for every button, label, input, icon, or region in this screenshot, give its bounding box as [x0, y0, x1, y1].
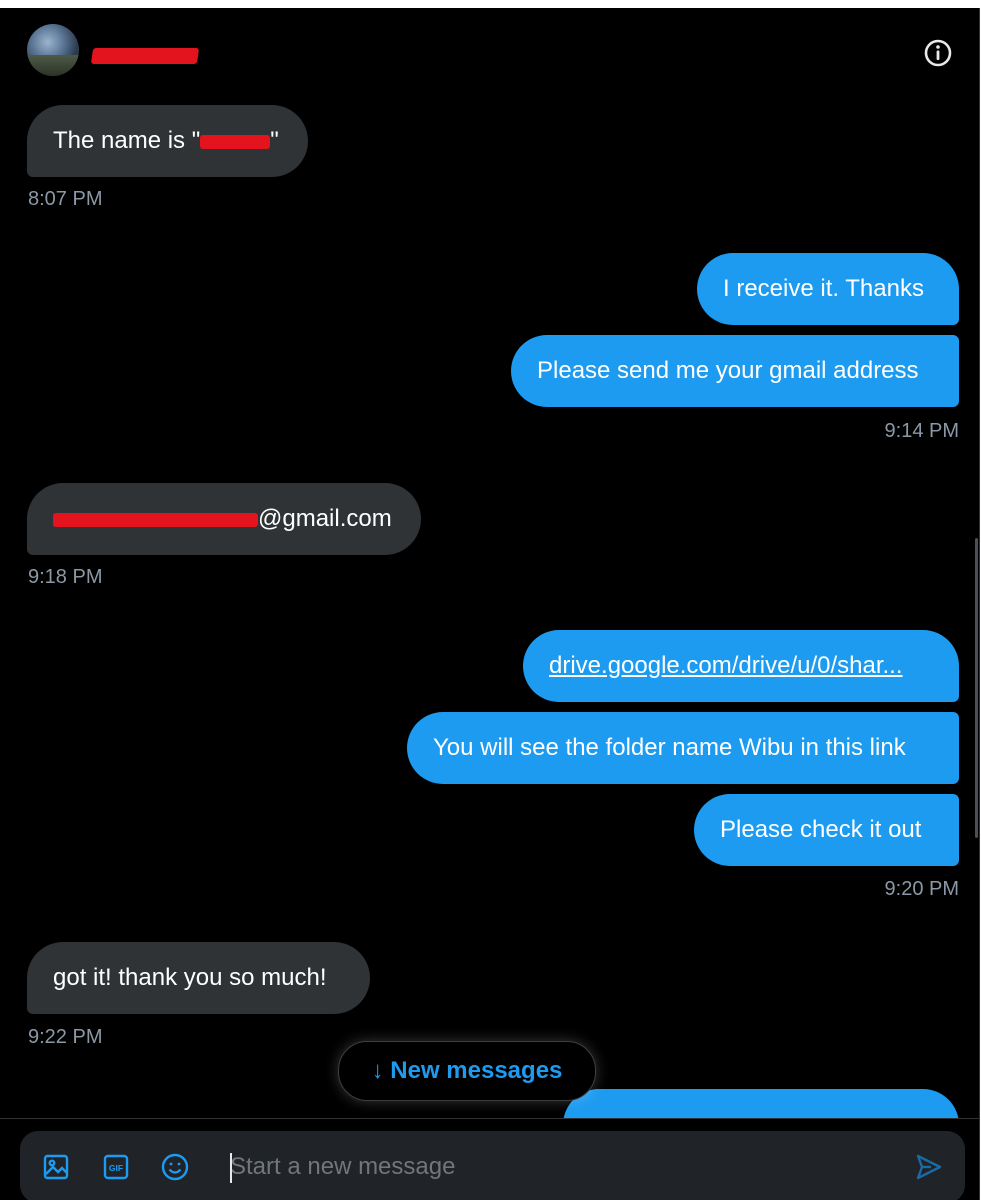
conversation-header — [0, 8, 979, 98]
redacted-contact-name — [90, 48, 200, 64]
message-thread: The name is " " 8:07 PM I receive it. Tha… — [0, 8, 979, 1161]
timestamp: 9:22 PM — [28, 1026, 103, 1048]
dm-conversation: The name is " " 8:07 PM I receive it. Tha… — [0, 8, 980, 1200]
avatar[interactable] — [27, 24, 79, 76]
arrow-down-icon: ↓ — [371, 1057, 384, 1084]
drive-link[interactable]: drive.google.com/drive/u/0/shar... — [549, 652, 903, 679]
message-composer: GIF — [20, 1131, 965, 1200]
gif-icon-label: GIF — [109, 1163, 123, 1173]
text-caret — [230, 1153, 232, 1183]
message-text: The name is " — [53, 127, 201, 154]
message-bubble-outgoing[interactable]: drive.google.com/drive/u/0/shar... — [523, 630, 959, 702]
timestamp: 8:07 PM — [28, 188, 103, 210]
message-bubble-incoming[interactable]: The name is " " — [27, 105, 308, 177]
gif-icon[interactable]: GIF — [100, 1151, 132, 1183]
send-icon[interactable] — [913, 1151, 945, 1183]
scrollbar[interactable] — [975, 538, 978, 838]
timestamp: 9:20 PM — [884, 878, 959, 900]
message-text-suffix: " — [270, 127, 279, 154]
redacted-text — [200, 134, 271, 149]
message-text: @gmail.com — [258, 505, 392, 532]
timestamp: 9:18 PM — [28, 566, 103, 588]
composer-area: GIF — [0, 1118, 979, 1200]
image-icon[interactable] — [40, 1151, 72, 1183]
message-bubble-outgoing[interactable]: You will see the folder name Wibu in thi… — [407, 712, 959, 784]
message-input[interactable] — [230, 1145, 880, 1189]
redacted-text — [53, 512, 258, 527]
message-bubble-outgoing[interactable]: I receive it. Thanks — [697, 253, 959, 325]
new-messages-button[interactable]: ↓ New messages — [338, 1041, 596, 1101]
message-bubble-incoming[interactable]: got it! thank you so much! — [27, 942, 370, 1014]
message-bubble-outgoing[interactable]: Please send me your gmail address — [511, 335, 959, 407]
emoji-icon[interactable] — [159, 1151, 191, 1183]
message-bubble-outgoing[interactable]: Please check it out — [694, 794, 959, 866]
new-messages-label: New messages — [390, 1057, 563, 1084]
info-icon[interactable] — [922, 37, 954, 69]
timestamp: 9:14 PM — [884, 420, 959, 442]
message-bubble-incoming[interactable]: @gmail.com — [27, 483, 421, 555]
